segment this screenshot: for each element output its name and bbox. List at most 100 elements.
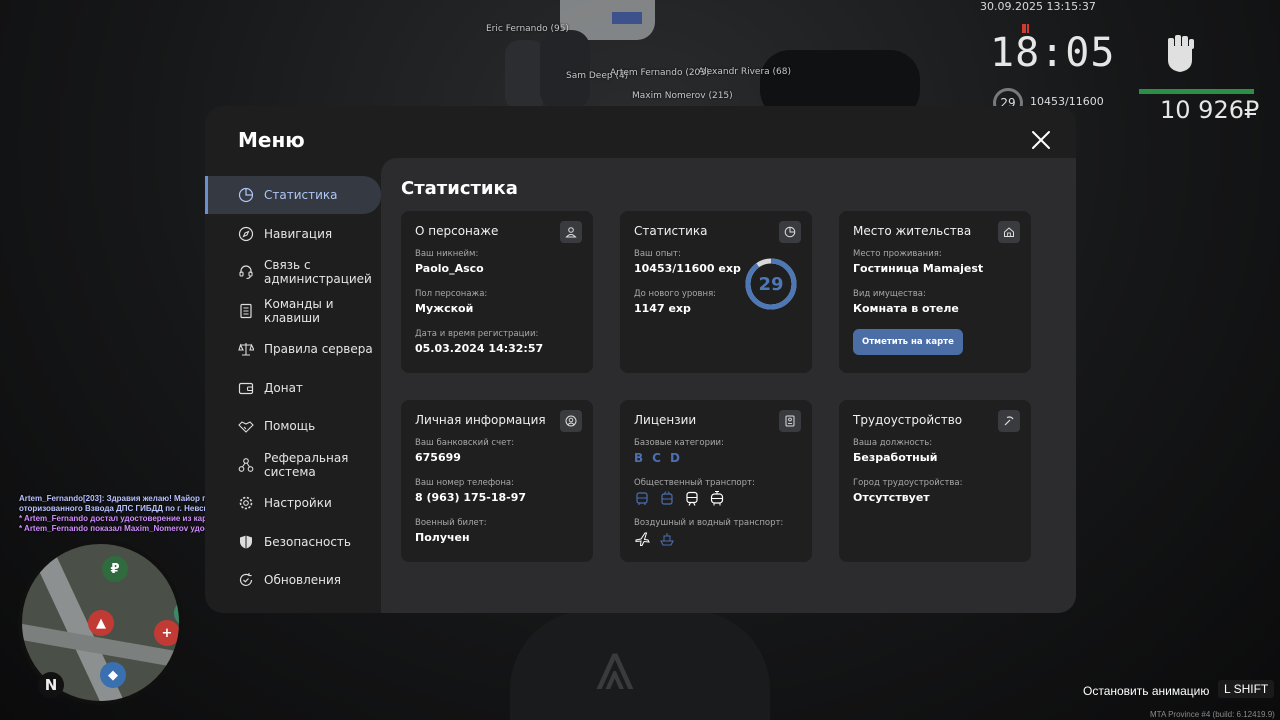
air-water-transport-icons: [634, 531, 798, 547]
hud-date: 30.09.2025 13:15:37: [980, 0, 1096, 13]
sidebar-item-label: Навигация: [264, 226, 333, 241]
close-icon[interactable]: [1029, 128, 1053, 152]
sidebar-item-commands[interactable]: Команды и клавиши: [205, 292, 381, 330]
airplane-icon: [635, 532, 650, 546]
field-label: Базовые категории:: [634, 438, 724, 448]
sidebar-item-statistics[interactable]: Статистика: [205, 176, 381, 214]
sidebar-item-label: Статистика: [264, 188, 338, 202]
train-icon: [686, 491, 698, 506]
field-label: Ваш банковский счет:: [415, 438, 515, 448]
player-nametag: Artem Fernando (203): [610, 68, 710, 78]
sidebar-item-donate[interactable]: Донат: [205, 369, 381, 407]
public-transport-icons: [634, 491, 798, 507]
scales-icon: [238, 343, 254, 356]
content-title: Статистика: [401, 178, 518, 199]
license-category: B: [634, 451, 644, 465]
car-map-icon: ◆: [100, 662, 126, 688]
position-value: Безработный: [853, 451, 938, 464]
sidebar-item-rules[interactable]: Правила сервера: [205, 330, 381, 368]
card-statistics: Статистика Ваш опыт: 10453/11600 exp До …: [620, 211, 812, 373]
field-label: Общественный транспорт:: [634, 478, 755, 488]
sidebar-item-admin-contact[interactable]: Связь с администрацией: [205, 253, 381, 291]
field-label: Военный билет:: [415, 518, 487, 528]
headset-icon: [239, 265, 253, 280]
pie-chart-icon: [779, 221, 801, 243]
field-label: Место проживания:: [853, 249, 942, 259]
tram-icon: [710, 491, 724, 506]
field-label: Ваша должность:: [853, 438, 933, 448]
player-nametag: Alexandr Rivera (68): [698, 67, 792, 77]
bus-icon: [636, 492, 648, 505]
player-model: [505, 40, 545, 110]
sidebar-item-label: Настройки: [264, 496, 332, 510]
menu-title: Меню: [238, 128, 305, 152]
card-title: Место жительства: [853, 224, 972, 238]
field-label: Пол персонажа:: [415, 289, 488, 299]
card-employment: Трудоустройство Ваша должность: Безработ…: [839, 400, 1031, 562]
sidebar-item-referral[interactable]: Реферальная система: [205, 446, 381, 484]
refresh-check-icon: [239, 573, 253, 586]
gender-value: Мужской: [415, 302, 474, 315]
card-character: О персонаже Ваш никнейм: Paolo_Asco Пол …: [401, 211, 593, 373]
compass-icon: [238, 226, 254, 241]
level-number: 29: [758, 273, 784, 295]
sidebar-item-updates[interactable]: Обновления: [205, 561, 381, 599]
ruble-map-icon: ₽: [102, 556, 128, 582]
id-card-icon: [779, 410, 801, 432]
sidebar-item-label: Безопасность: [264, 534, 351, 549]
pickaxe-icon: [998, 410, 1020, 432]
field-label: Ваш никнейм:: [415, 249, 479, 259]
card-title: О персонаже: [415, 224, 499, 238]
nickname-value: Paolo_Asco: [415, 262, 484, 275]
job-city-value: Отсутствует: [853, 491, 930, 504]
player-model: [510, 610, 770, 720]
handshake-icon: [238, 421, 254, 433]
residence-value: Гостиница Mamajest: [853, 262, 984, 275]
content-panel: Статистика О персонаже Ваш никнейм: Paol…: [381, 158, 1076, 613]
card-title: Лицензии: [634, 413, 697, 427]
hospital-map-icon: +: [154, 620, 179, 646]
build-info: MTA Province #4 (build: 6.12419.9): [1150, 710, 1275, 719]
menu-sidebar: Статистика Навигация Связь с администрац…: [205, 176, 381, 600]
hint-text: Остановить анимацию: [1083, 684, 1210, 698]
card-title: Статистика: [634, 224, 708, 238]
hint-key: L SHIFT: [1218, 680, 1275, 698]
logo-icon: ⩓: [595, 624, 635, 706]
card-title: Трудоустройство: [853, 413, 963, 427]
registration-value: 05.03.2024 14:32:57: [415, 342, 544, 355]
hud-time: 18:05: [990, 30, 1116, 76]
field-label: Ваш номер телефона:: [415, 478, 514, 488]
field-label: Вид имущества:: [853, 289, 926, 299]
card-licenses: Лицензии Базовые категории: B C D Общест…: [620, 400, 812, 562]
menu-modal: Меню Статистика Навигация Связь с админи…: [205, 106, 1076, 613]
player-model: [540, 30, 590, 110]
gear-icon: [239, 496, 253, 510]
sidebar-item-label: Помощь: [264, 419, 316, 433]
sidebar-item-label: Правила сервера: [264, 342, 373, 356]
military-id-value: Получен: [415, 531, 470, 544]
player-arrow-icon: ▲: [88, 610, 114, 636]
fist-icon: [1168, 35, 1194, 72]
pie-chart-icon: [238, 187, 254, 203]
field-label: Город трудоустройства:: [853, 478, 963, 488]
license-plate: [612, 12, 642, 24]
license-category: C: [652, 451, 661, 465]
property-type-value: Комната в отеле: [853, 302, 959, 315]
sidebar-item-label: Донат: [264, 380, 303, 395]
health-bar: [1139, 89, 1254, 94]
sidebar-item-label: Команды и клавиши: [264, 296, 334, 325]
bank-account-value: 675699: [415, 451, 461, 464]
card-personal-info: Личная информация Ваш банковский счет: 6…: [401, 400, 593, 562]
user-icon: [560, 221, 582, 243]
sidebar-item-navigation[interactable]: Навигация: [205, 215, 381, 253]
document-icon: [240, 303, 252, 318]
mark-on-map-button[interactable]: Отметить на карте: [853, 329, 963, 355]
user-circle-icon: [560, 410, 582, 432]
sidebar-item-label: Реферальная система: [264, 450, 349, 479]
north-indicator: N: [38, 672, 64, 698]
sidebar-item-help[interactable]: Помощь: [205, 407, 381, 445]
license-category: D: [669, 451, 680, 465]
field-label: Дата и время регистрации:: [415, 329, 539, 339]
sidebar-item-settings[interactable]: Настройки: [205, 484, 381, 522]
sidebar-item-security[interactable]: Безопасность: [205, 523, 381, 561]
